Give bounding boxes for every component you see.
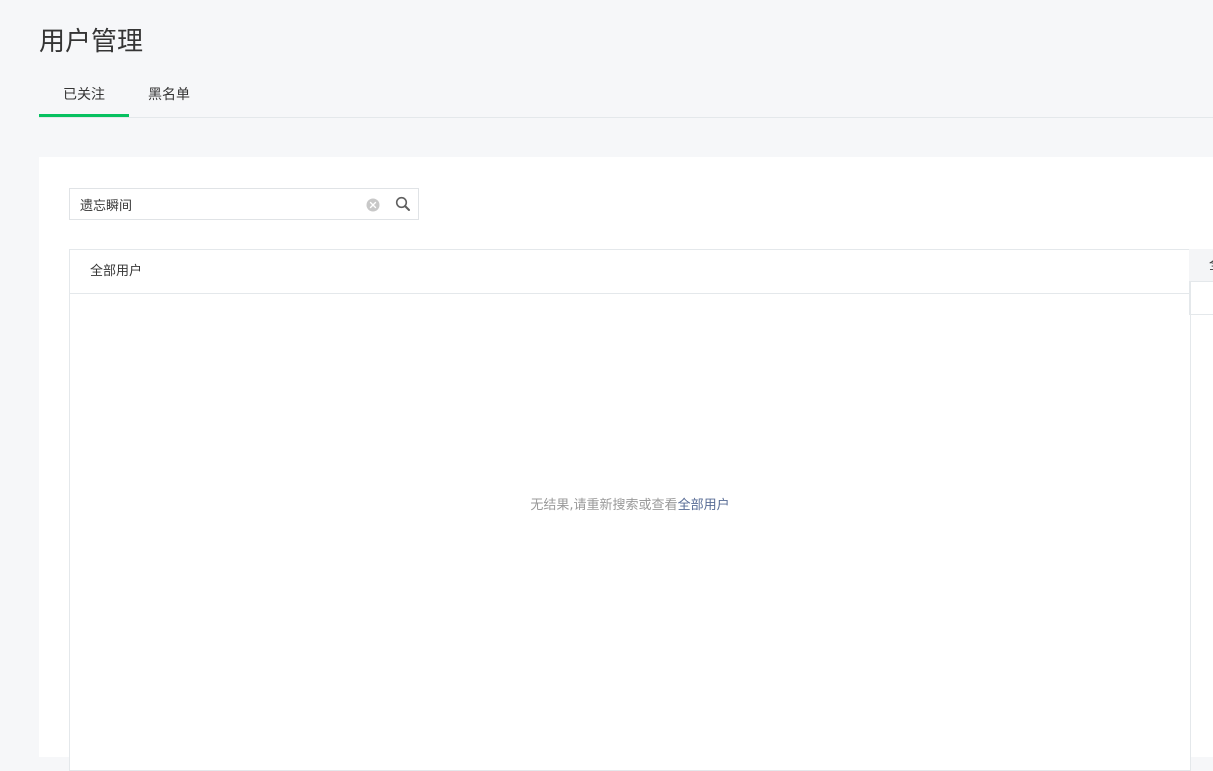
search-box (69, 188, 419, 220)
page-title: 用户管理 (39, 27, 144, 57)
side-panel-header: 全 (1189, 249, 1213, 282)
tag-side-panel: 全 (1189, 249, 1213, 315)
user-list-panel: 全部用户 无结果,请重新搜索或查看全部用户 (69, 249, 1191, 771)
tab-blacklist[interactable]: 黑名单 (148, 74, 190, 117)
empty-state-message: 无结果,请重新搜索或查看全部用户 (70, 494, 1190, 513)
all-users-link[interactable]: 全部用户 (678, 498, 730, 513)
search-icon[interactable] (395, 196, 411, 212)
side-panel-row (1189, 282, 1213, 315)
tab-following[interactable]: 已关注 (39, 74, 129, 117)
search-input[interactable] (80, 189, 350, 219)
list-header-all-users: 全部用户 (70, 250, 1190, 294)
content-card: 全部用户 无结果,请重新搜索或查看全部用户 全 (39, 157, 1213, 771)
tab-bar: 已关注 黑名单 (39, 74, 1213, 118)
clear-icon[interactable] (366, 197, 380, 212)
empty-state-text: 无结果,请重新搜索或查看 (530, 498, 678, 513)
